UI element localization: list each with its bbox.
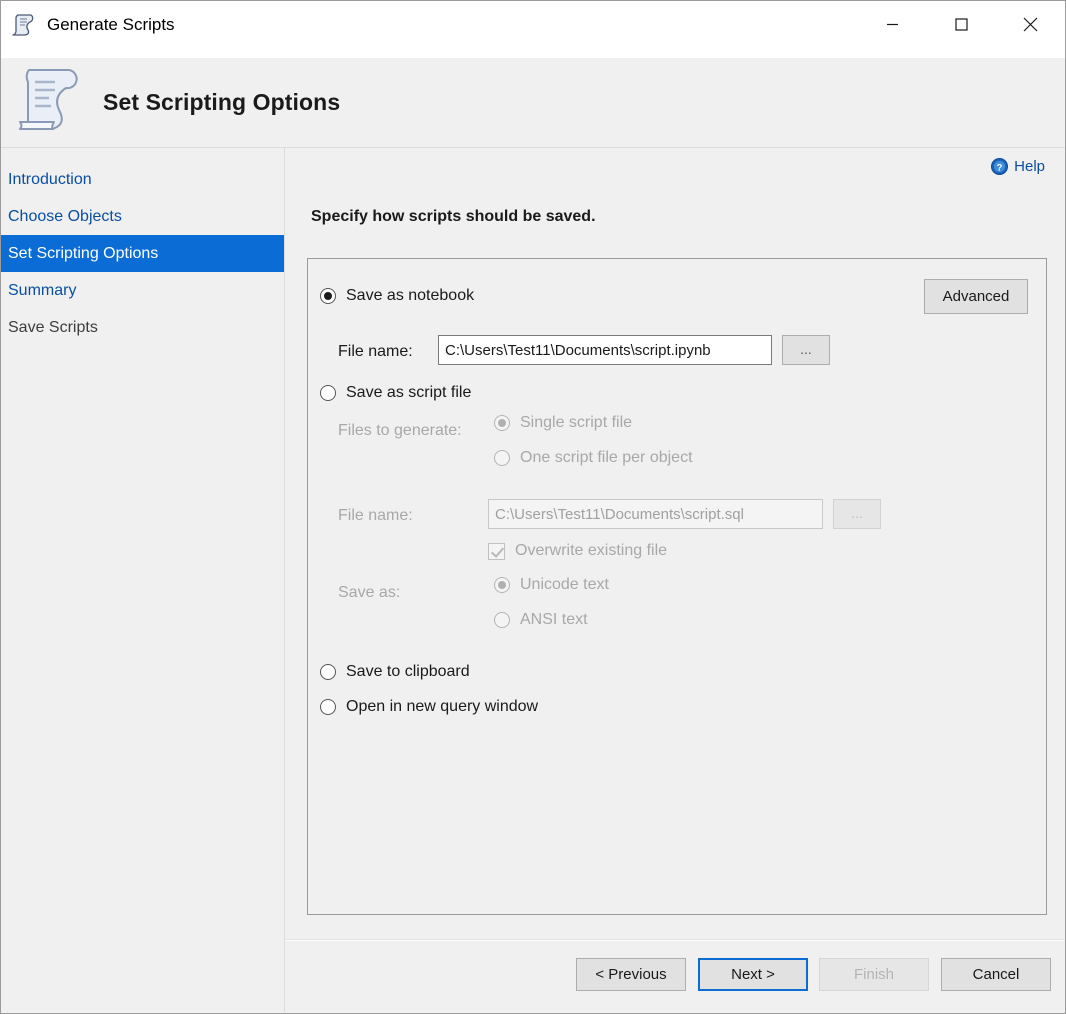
save-as-notebook-radio[interactable] bbox=[320, 288, 336, 304]
unicode-text-label: Unicode text bbox=[520, 576, 609, 594]
save-as-notebook-label: Save as notebook bbox=[346, 287, 474, 305]
save-to-clipboard-option[interactable]: Save to clipboard bbox=[320, 663, 470, 681]
one-script-file-per-object-radio bbox=[494, 450, 510, 466]
save-as-label: Save as: bbox=[338, 584, 400, 602]
notebook-browse-button[interactable]: ... bbox=[782, 335, 830, 365]
script-scroll-icon bbox=[12, 13, 38, 37]
overwrite-existing-file-option: Overwrite existing file bbox=[488, 542, 667, 560]
sidebar-item-set-scripting-options[interactable]: Set Scripting Options bbox=[1, 235, 284, 272]
page-header: Set Scripting Options bbox=[1, 58, 1065, 147]
sidebar-item-choose-objects[interactable]: Choose Objects bbox=[1, 198, 284, 235]
generate-scripts-window: Generate Scripts bbox=[0, 0, 1066, 1014]
page-title: Set Scripting Options bbox=[103, 89, 340, 116]
save-as-script-file-label: Save as script file bbox=[346, 384, 471, 402]
title-bar-left: Generate Scripts bbox=[1, 1, 858, 37]
save-as-script-file-radio[interactable] bbox=[320, 385, 336, 401]
finish-button: Finish bbox=[819, 958, 929, 991]
files-to-generate-label: Files to generate: bbox=[338, 422, 462, 440]
next-button[interactable]: Next > bbox=[698, 958, 808, 991]
close-icon bbox=[1023, 17, 1038, 32]
open-in-new-query-window-label: Open in new query window bbox=[346, 698, 538, 716]
content-pane: ? Help Specify how scripts should be sav… bbox=[285, 148, 1064, 1012]
close-button[interactable] bbox=[996, 1, 1065, 47]
wizard-footer: < Previous Next > Finish Cancel bbox=[285, 941, 1064, 1012]
window-title: Generate Scripts bbox=[47, 14, 175, 36]
script-browse-button: ... bbox=[833, 499, 881, 529]
save-as-notebook-option[interactable]: Save as notebook bbox=[320, 287, 474, 305]
notebook-file-name-input[interactable] bbox=[438, 335, 772, 365]
ansi-text-radio bbox=[494, 612, 510, 628]
minimize-button[interactable] bbox=[858, 1, 927, 47]
cancel-button[interactable]: Cancel bbox=[941, 958, 1051, 991]
maximize-button[interactable] bbox=[927, 1, 996, 47]
overwrite-existing-file-label: Overwrite existing file bbox=[515, 542, 667, 560]
one-script-file-per-object-option: One script file per object bbox=[494, 449, 693, 467]
one-script-file-per-object-label: One script file per object bbox=[520, 449, 693, 467]
advanced-button[interactable]: Advanced bbox=[924, 279, 1028, 314]
save-options-groupbox: Advanced Save as notebook File name: ...… bbox=[307, 258, 1047, 915]
single-script-file-label: Single script file bbox=[520, 414, 632, 432]
notebook-file-name-label: File name: bbox=[338, 343, 413, 361]
overwrite-existing-file-checkbox bbox=[488, 543, 505, 560]
ansi-text-label: ANSI text bbox=[520, 611, 588, 629]
script-file-name-input bbox=[488, 499, 823, 529]
help-icon: ? bbox=[991, 158, 1008, 175]
unicode-text-radio bbox=[494, 577, 510, 593]
sidebar-item-introduction[interactable]: Introduction bbox=[1, 161, 284, 198]
maximize-icon bbox=[955, 18, 968, 31]
open-in-new-query-window-option[interactable]: Open in new query window bbox=[320, 698, 538, 716]
help-label: Help bbox=[1014, 158, 1045, 175]
open-in-new-query-window-radio[interactable] bbox=[320, 699, 336, 715]
sidebar-item-summary[interactable]: Summary bbox=[1, 272, 284, 309]
single-script-file-option: Single script file bbox=[494, 414, 632, 432]
title-bar: Generate Scripts bbox=[1, 1, 1065, 58]
unicode-text-option: Unicode text bbox=[494, 576, 609, 594]
script-file-name-label: File name: bbox=[338, 507, 413, 525]
script-scroll-icon bbox=[13, 64, 83, 142]
svg-text:?: ? bbox=[997, 162, 1003, 173]
window-controls bbox=[858, 1, 1065, 47]
save-as-script-file-option[interactable]: Save as script file bbox=[320, 384, 471, 402]
minimize-icon bbox=[886, 18, 899, 31]
sidebar-item-save-scripts[interactable]: Save Scripts bbox=[1, 309, 284, 346]
instruction-text: Specify how scripts should be saved. bbox=[311, 208, 596, 226]
single-script-file-radio bbox=[494, 415, 510, 431]
help-link[interactable]: ? Help bbox=[991, 158, 1045, 175]
save-to-clipboard-label: Save to clipboard bbox=[346, 663, 470, 681]
save-to-clipboard-radio[interactable] bbox=[320, 664, 336, 680]
ansi-text-option: ANSI text bbox=[494, 611, 588, 629]
previous-button[interactable]: < Previous bbox=[576, 958, 686, 991]
wizard-sidebar: Introduction Choose Objects Set Scriptin… bbox=[1, 148, 284, 1012]
